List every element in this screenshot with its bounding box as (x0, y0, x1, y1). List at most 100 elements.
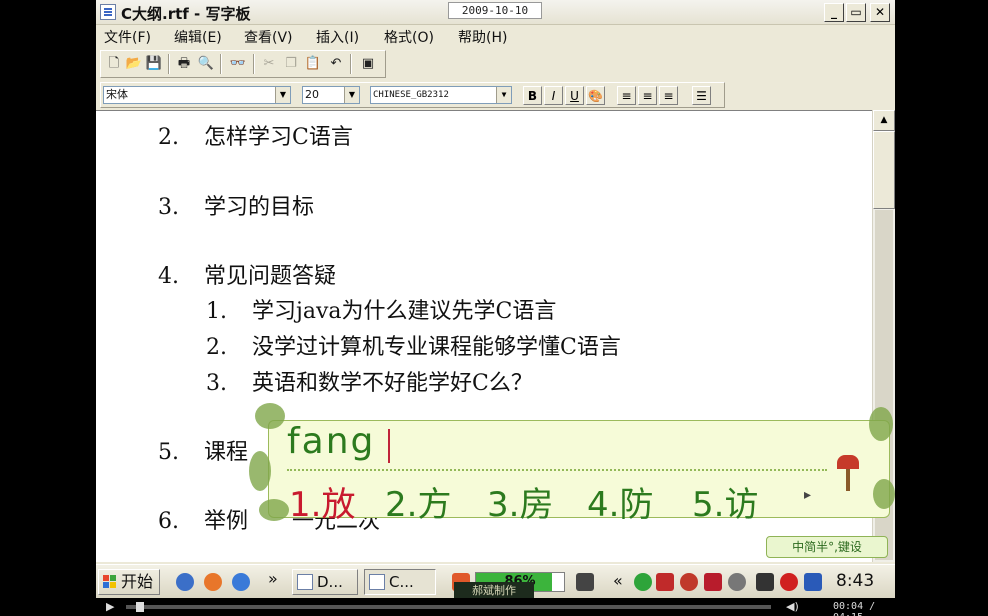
minimize-button[interactable]: _ (824, 3, 844, 22)
toolbar-separator (220, 54, 222, 74)
player-time: 00:04 / 04:15 (833, 601, 876, 616)
doc-line: 3. 学习的目标 (158, 195, 315, 220)
underline-button[interactable]: U (565, 86, 584, 105)
antivirus-icon[interactable] (704, 573, 722, 591)
paste-icon[interactable]: 📋 (303, 54, 323, 74)
signal-bars-icon[interactable] (756, 573, 774, 591)
security-shield-icon[interactable] (680, 573, 698, 591)
vine-leaf-decoration (255, 403, 285, 429)
font-size-select[interactable]: 20 ▼ (302, 86, 360, 104)
menu-file[interactable]: 文件(F) (104, 27, 151, 47)
chevron-down-icon[interactable]: ▼ (275, 87, 290, 103)
copy-icon[interactable]: ❐ (281, 54, 301, 74)
close-button[interactable]: ✕ (870, 3, 890, 22)
menu-edit[interactable]: 编辑(E) (174, 27, 222, 47)
watermark-label: 郝斌制作 (454, 582, 534, 598)
menu-insert[interactable]: 插入(I) (316, 27, 359, 47)
tray-expand-icon[interactable]: « (613, 571, 623, 590)
cut-scissors-icon[interactable]: ✂ (259, 54, 279, 74)
toolbar-separator (168, 54, 170, 74)
script-value: CHINESE_GB2312 (373, 90, 449, 100)
insert-object-icon[interactable]: ▣ (358, 54, 378, 74)
vine-leaf-decoration (873, 479, 895, 509)
align-center-icon[interactable]: ≡ (638, 86, 657, 105)
play-icon[interactable]: ▶ (106, 600, 114, 613)
chevron-down-icon[interactable]: ▼ (344, 87, 359, 103)
ime-candidate-window: fang 1.放 2.方 3.房 4.防 5.访 ▸ (249, 403, 895, 525)
seek-knob[interactable] (136, 602, 145, 612)
doc-line: 2. 没学过计算机专业课程能够学懂C语言 (206, 335, 621, 360)
start-label: 开始 (121, 572, 154, 591)
ime-candidate[interactable]: 5.访 (692, 477, 758, 526)
toolbar-separator (253, 54, 255, 74)
italic-button[interactable]: I (544, 86, 563, 105)
monitor-icon[interactable] (804, 573, 822, 591)
task-label: C... (389, 573, 414, 591)
undo-icon[interactable]: ↶ (326, 54, 346, 74)
bullets-icon[interactable]: ☰ (692, 86, 711, 105)
ie-browser-icon[interactable] (232, 573, 250, 591)
next-page-arrow-icon[interactable]: ▸ (804, 487, 811, 503)
ime-candidate[interactable]: 1.放 (289, 477, 355, 526)
font-size-value: 20 (305, 88, 319, 101)
toolbar-separator (350, 54, 352, 74)
taskbar-item-d[interactable]: D... (292, 569, 358, 595)
color-palette-icon[interactable]: 🎨 (586, 86, 605, 105)
doc-line: 2. 怎样学习C语言 (158, 125, 353, 150)
window-title: C大纲.rtf - 写字板 (121, 5, 251, 23)
power-plug-icon[interactable] (576, 573, 594, 591)
new-document-icon[interactable]: 🗋 (104, 54, 124, 74)
print-preview-icon[interactable]: 🔍 (196, 54, 216, 74)
desktop-screen: C大纲.rtf - 写字板 2009-10-10 _ ▭ ✕ 文件(F) 编辑(… (96, 0, 895, 598)
format-toolbar: 宋体 ▼ 20 ▼ CHINESE_GB2312 ▼ B I U 🎨 ≡ ≡ ≡… (100, 82, 725, 108)
wordpad-icon[interactable] (100, 4, 116, 20)
scroll-up-arrow-icon[interactable]: ▲ (873, 110, 895, 131)
show-desktop-icon[interactable] (176, 573, 194, 591)
ime-candidate[interactable]: 3.房 (487, 477, 553, 526)
chevron-down-icon[interactable]: ▼ (496, 87, 511, 103)
start-button[interactable]: 开始 (98, 569, 160, 595)
font-select[interactable]: 宋体 ▼ (103, 86, 291, 104)
firefox-icon[interactable] (204, 573, 222, 591)
text-caret (388, 429, 390, 463)
ime-divider (287, 469, 827, 471)
align-left-icon[interactable]: ≡ (617, 86, 636, 105)
windows-logo-icon (103, 575, 117, 589)
video-player-bar: ▶ ◀) 00:04 / 04:15 (96, 598, 895, 616)
find-binoculars-icon[interactable]: 👓 (228, 54, 248, 74)
script-select[interactable]: CHINESE_GB2312 ▼ (370, 86, 512, 104)
bold-button[interactable]: B (523, 86, 542, 105)
volume-icon[interactable]: ◀) (786, 600, 799, 613)
scroll-thumb[interactable] (873, 131, 895, 209)
menu-bar: 文件(F) 编辑(E) 查看(V) 插入(I) 格式(O) 帮助(H) (96, 25, 895, 47)
print-icon[interactable]: 🖶 (174, 54, 194, 74)
taskbar-item-c[interactable]: C... (364, 569, 436, 595)
seek-bar[interactable] (126, 602, 771, 612)
stop-icon[interactable] (780, 573, 798, 591)
maximize-button[interactable]: ▭ (846, 3, 866, 22)
window-app-icon (297, 574, 313, 590)
menu-help[interactable]: 帮助(H) (458, 27, 507, 47)
align-right-icon[interactable]: ≡ (659, 86, 678, 105)
settings-gear-icon[interactable] (728, 573, 746, 591)
network-alert-icon[interactable] (656, 573, 674, 591)
vine-leaf-decoration (259, 499, 289, 521)
taskbar-clock: 8:43 (836, 571, 875, 591)
mailbox-icon (837, 455, 859, 491)
doc-line: 3. 英语和数学不好能学好C么？ (206, 371, 533, 396)
doc-line: 1. 学习java为什么建议先学C语言 (206, 299, 557, 324)
ime-candidate[interactable]: 2.方 (385, 477, 451, 526)
title-bar: C大纲.rtf - 写字板 2009-10-10 _ ▭ ✕ (96, 0, 895, 25)
open-folder-icon[interactable]: 📂 (124, 54, 144, 74)
taskbar: 开始 » D... C... 86% 郝斌制作 « 8:43 (96, 564, 895, 598)
menu-view[interactable]: 查看(V) (244, 27, 293, 47)
save-disk-icon[interactable]: 💾 (144, 54, 164, 74)
quick-launch-more-icon[interactable]: » (268, 569, 278, 588)
green-orb-icon[interactable] (634, 573, 652, 591)
ime-candidate[interactable]: 4.防 (587, 477, 653, 526)
task-label: D... (317, 573, 343, 591)
letterbox-left (0, 0, 96, 616)
ime-status-bar[interactable]: 中简半°,键设 (766, 536, 888, 558)
menu-format[interactable]: 格式(O) (384, 27, 434, 47)
vine-leaf-decoration (869, 407, 893, 441)
